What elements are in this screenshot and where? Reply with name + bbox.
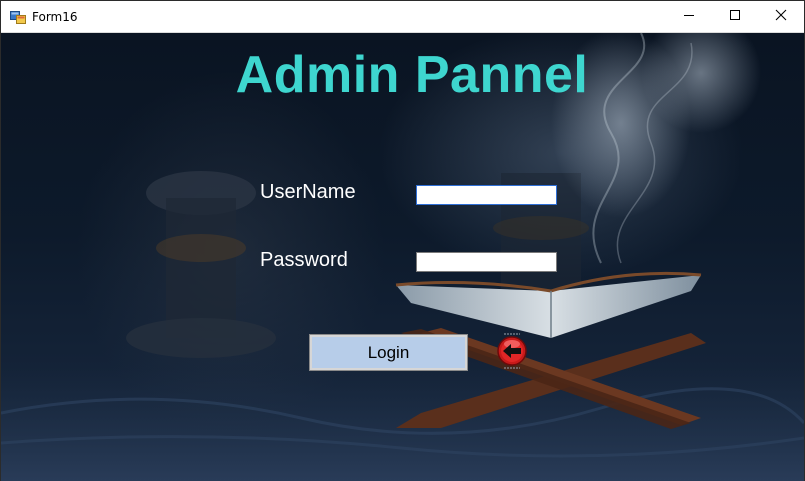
- form-client-area: Admin Pannel UserName Password Login: [1, 33, 804, 481]
- username-input[interactable]: [416, 185, 557, 205]
- maximize-button[interactable]: [712, 1, 758, 32]
- minimize-icon: [683, 8, 695, 26]
- page-title: Admin Pannel: [235, 46, 589, 104]
- close-icon: [775, 8, 787, 26]
- login-button[interactable]: Login: [309, 334, 468, 371]
- back-button[interactable]: [494, 331, 530, 371]
- title-bar[interactable]: Form16: [1, 1, 804, 33]
- minimize-button[interactable]: [666, 1, 712, 32]
- app-window: Form16 Admin Pannel UserName Password Lo…: [0, 0, 805, 481]
- maximize-icon: [729, 8, 741, 26]
- username-label: UserName: [260, 181, 356, 203]
- password-label: Password: [260, 249, 348, 271]
- form-app-icon: [10, 9, 26, 25]
- window-title: Form16: [32, 10, 78, 24]
- password-input[interactable]: [416, 252, 557, 272]
- close-button[interactable]: [758, 1, 804, 32]
- back-arrow-icon: [494, 333, 530, 375]
